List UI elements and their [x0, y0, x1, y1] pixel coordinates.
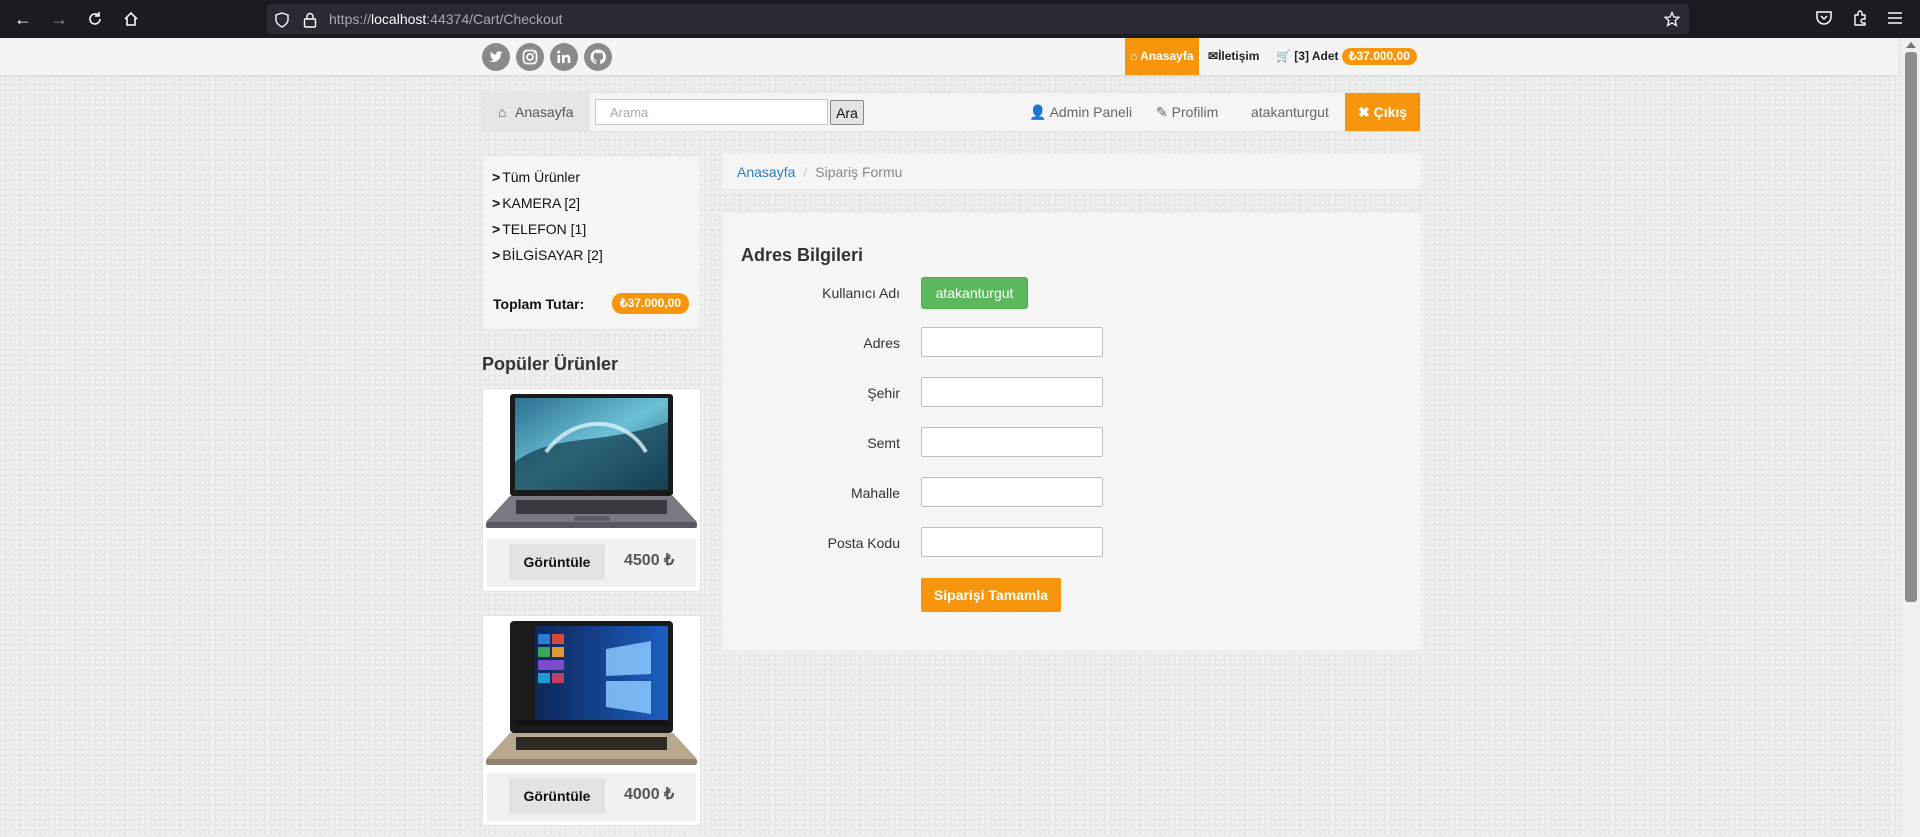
- github-icon[interactable]: [584, 43, 612, 71]
- username-link[interactable]: atakanturgut: [1251, 93, 1329, 131]
- postal-code-label: Posta Kodu: [827, 535, 900, 551]
- shield-icon[interactable]: [275, 12, 289, 28]
- instagram-icon[interactable]: [516, 43, 544, 71]
- home-icon: ⌂: [1130, 49, 1138, 63]
- complete-order-button[interactable]: Siparişi Tamamla: [921, 578, 1061, 612]
- view-product-button[interactable]: Görüntüle: [509, 544, 605, 580]
- category-item[interactable]: > KAMERA [2]: [492, 195, 580, 211]
- lock-icon[interactable]: [303, 12, 317, 28]
- scroll-up-icon[interactable]: [1906, 42, 1916, 48]
- neighborhood-field[interactable]: [921, 477, 1103, 507]
- profile-link[interactable]: ✎ Profilim: [1156, 93, 1218, 131]
- chevron-right-icon: >: [492, 195, 501, 211]
- reload-icon[interactable]: [84, 8, 106, 30]
- category-item[interactable]: > Tüm Ürünler: [492, 169, 580, 185]
- product-price: 4000 ₺: [624, 786, 675, 803]
- twitter-icon[interactable]: [482, 43, 510, 71]
- address-label: Adres: [863, 335, 900, 351]
- chevron-right-icon: >: [492, 221, 501, 237]
- category-item[interactable]: > TELEFON [1]: [492, 221, 586, 237]
- forward-icon[interactable]: →: [48, 8, 70, 30]
- search-input[interactable]: [595, 99, 828, 125]
- home-icon[interactable]: [120, 8, 142, 30]
- total-badge: ₺37.000,00: [612, 293, 690, 314]
- url-text[interactable]: https://localhost:44374/Cart/Checkout: [329, 11, 563, 27]
- breadcrumb: Anasayfa / Sipariş Formu: [722, 153, 1421, 190]
- username-label: Kullanıcı Adı: [822, 285, 900, 301]
- linkedin-icon[interactable]: [550, 43, 578, 71]
- logout-button[interactable]: ✖ Çıkış: [1345, 93, 1420, 131]
- top-home-link[interactable]: ⌂ Anasayfa: [1125, 38, 1199, 75]
- close-icon: ✖: [1357, 104, 1370, 120]
- checkout-form: Adres Bilgileri Kullanıcı Adı atakanturg…: [722, 212, 1421, 651]
- breadcrumb-separator: /: [803, 164, 808, 180]
- back-icon[interactable]: ←: [12, 8, 34, 30]
- admin-panel-link[interactable]: 👤 Admin Paneli: [1029, 93, 1132, 131]
- home-icon: ⌂: [498, 104, 507, 120]
- category-panel: > Tüm Ürünler > KAMERA [2] > TELEFON [1] > B…: [482, 155, 701, 330]
- main-navbar: ⌂ Anasayfa Ara 👤 Admin Paneli ✎ Profilim…: [482, 92, 1421, 132]
- scrollbar-thumb[interactable]: [1905, 52, 1917, 602]
- browser-toolbar: ← → https://localhost:44374/Cart/Checkou…: [0, 0, 1920, 38]
- postal-code-field[interactable]: [921, 527, 1103, 557]
- pocket-icon[interactable]: [1815, 9, 1833, 27]
- menu-icon[interactable]: [1886, 9, 1904, 27]
- neighborhood-label: Mahalle: [850, 485, 900, 501]
- product-footer: Görüntüle 4500 ₺: [487, 539, 696, 587]
- category-item[interactable]: > BİLGİSAYAR [2]: [492, 247, 603, 263]
- product-footer: Görüntüle 4000 ₺: [487, 773, 696, 821]
- product-card: Görüntüle 4000 ₺: [482, 615, 701, 826]
- popular-products-title: Popüler Ürünler: [482, 354, 619, 374]
- laptop-image: [486, 621, 697, 765]
- extensions-icon[interactable]: [1851, 9, 1869, 27]
- address-field[interactable]: [921, 327, 1103, 357]
- top-strip: [0, 38, 1898, 76]
- envelope-icon: ✉: [1208, 49, 1219, 63]
- district-field[interactable]: [921, 427, 1103, 457]
- city-field[interactable]: [921, 377, 1103, 407]
- address-bar[interactable]: https://localhost:44374/Cart/Checkout: [267, 4, 1689, 34]
- city-label: Şehir: [867, 385, 900, 401]
- district-label: Semt: [867, 435, 900, 451]
- total-label: Toplam Tutar:: [493, 296, 585, 312]
- search-button[interactable]: Ara: [830, 100, 864, 125]
- product-card: Görüntüle 4500 ₺: [482, 388, 701, 592]
- breadcrumb-home-link[interactable]: Anasayfa: [737, 164, 795, 180]
- laptop-image: [486, 394, 697, 528]
- form-title: Adres Bilgileri: [741, 245, 864, 265]
- bookmark-star-icon[interactable]: [1664, 11, 1680, 27]
- user-icon: 👤: [1029, 104, 1047, 120]
- edit-icon: ✎: [1156, 104, 1168, 120]
- view-product-button[interactable]: Görüntüle: [509, 778, 605, 814]
- cart-icon: 🛒: [1276, 49, 1291, 63]
- cart-total-badge: ₺37.000,00: [1341, 48, 1417, 65]
- contact-link[interactable]: ✉İletişim: [1208, 38, 1259, 75]
- chevron-right-icon: >: [492, 247, 501, 263]
- product-price: 4500 ₺: [624, 552, 675, 569]
- breadcrumb-current: Sipariş Formu: [815, 164, 903, 180]
- cart-link[interactable]: 🛒 [3] Adet ₺37.000,00: [1276, 38, 1417, 75]
- chevron-right-icon: >: [492, 169, 501, 185]
- username-badge[interactable]: atakanturgut: [921, 277, 1028, 309]
- nav-home-link[interactable]: ⌂ Anasayfa: [483, 93, 590, 131]
